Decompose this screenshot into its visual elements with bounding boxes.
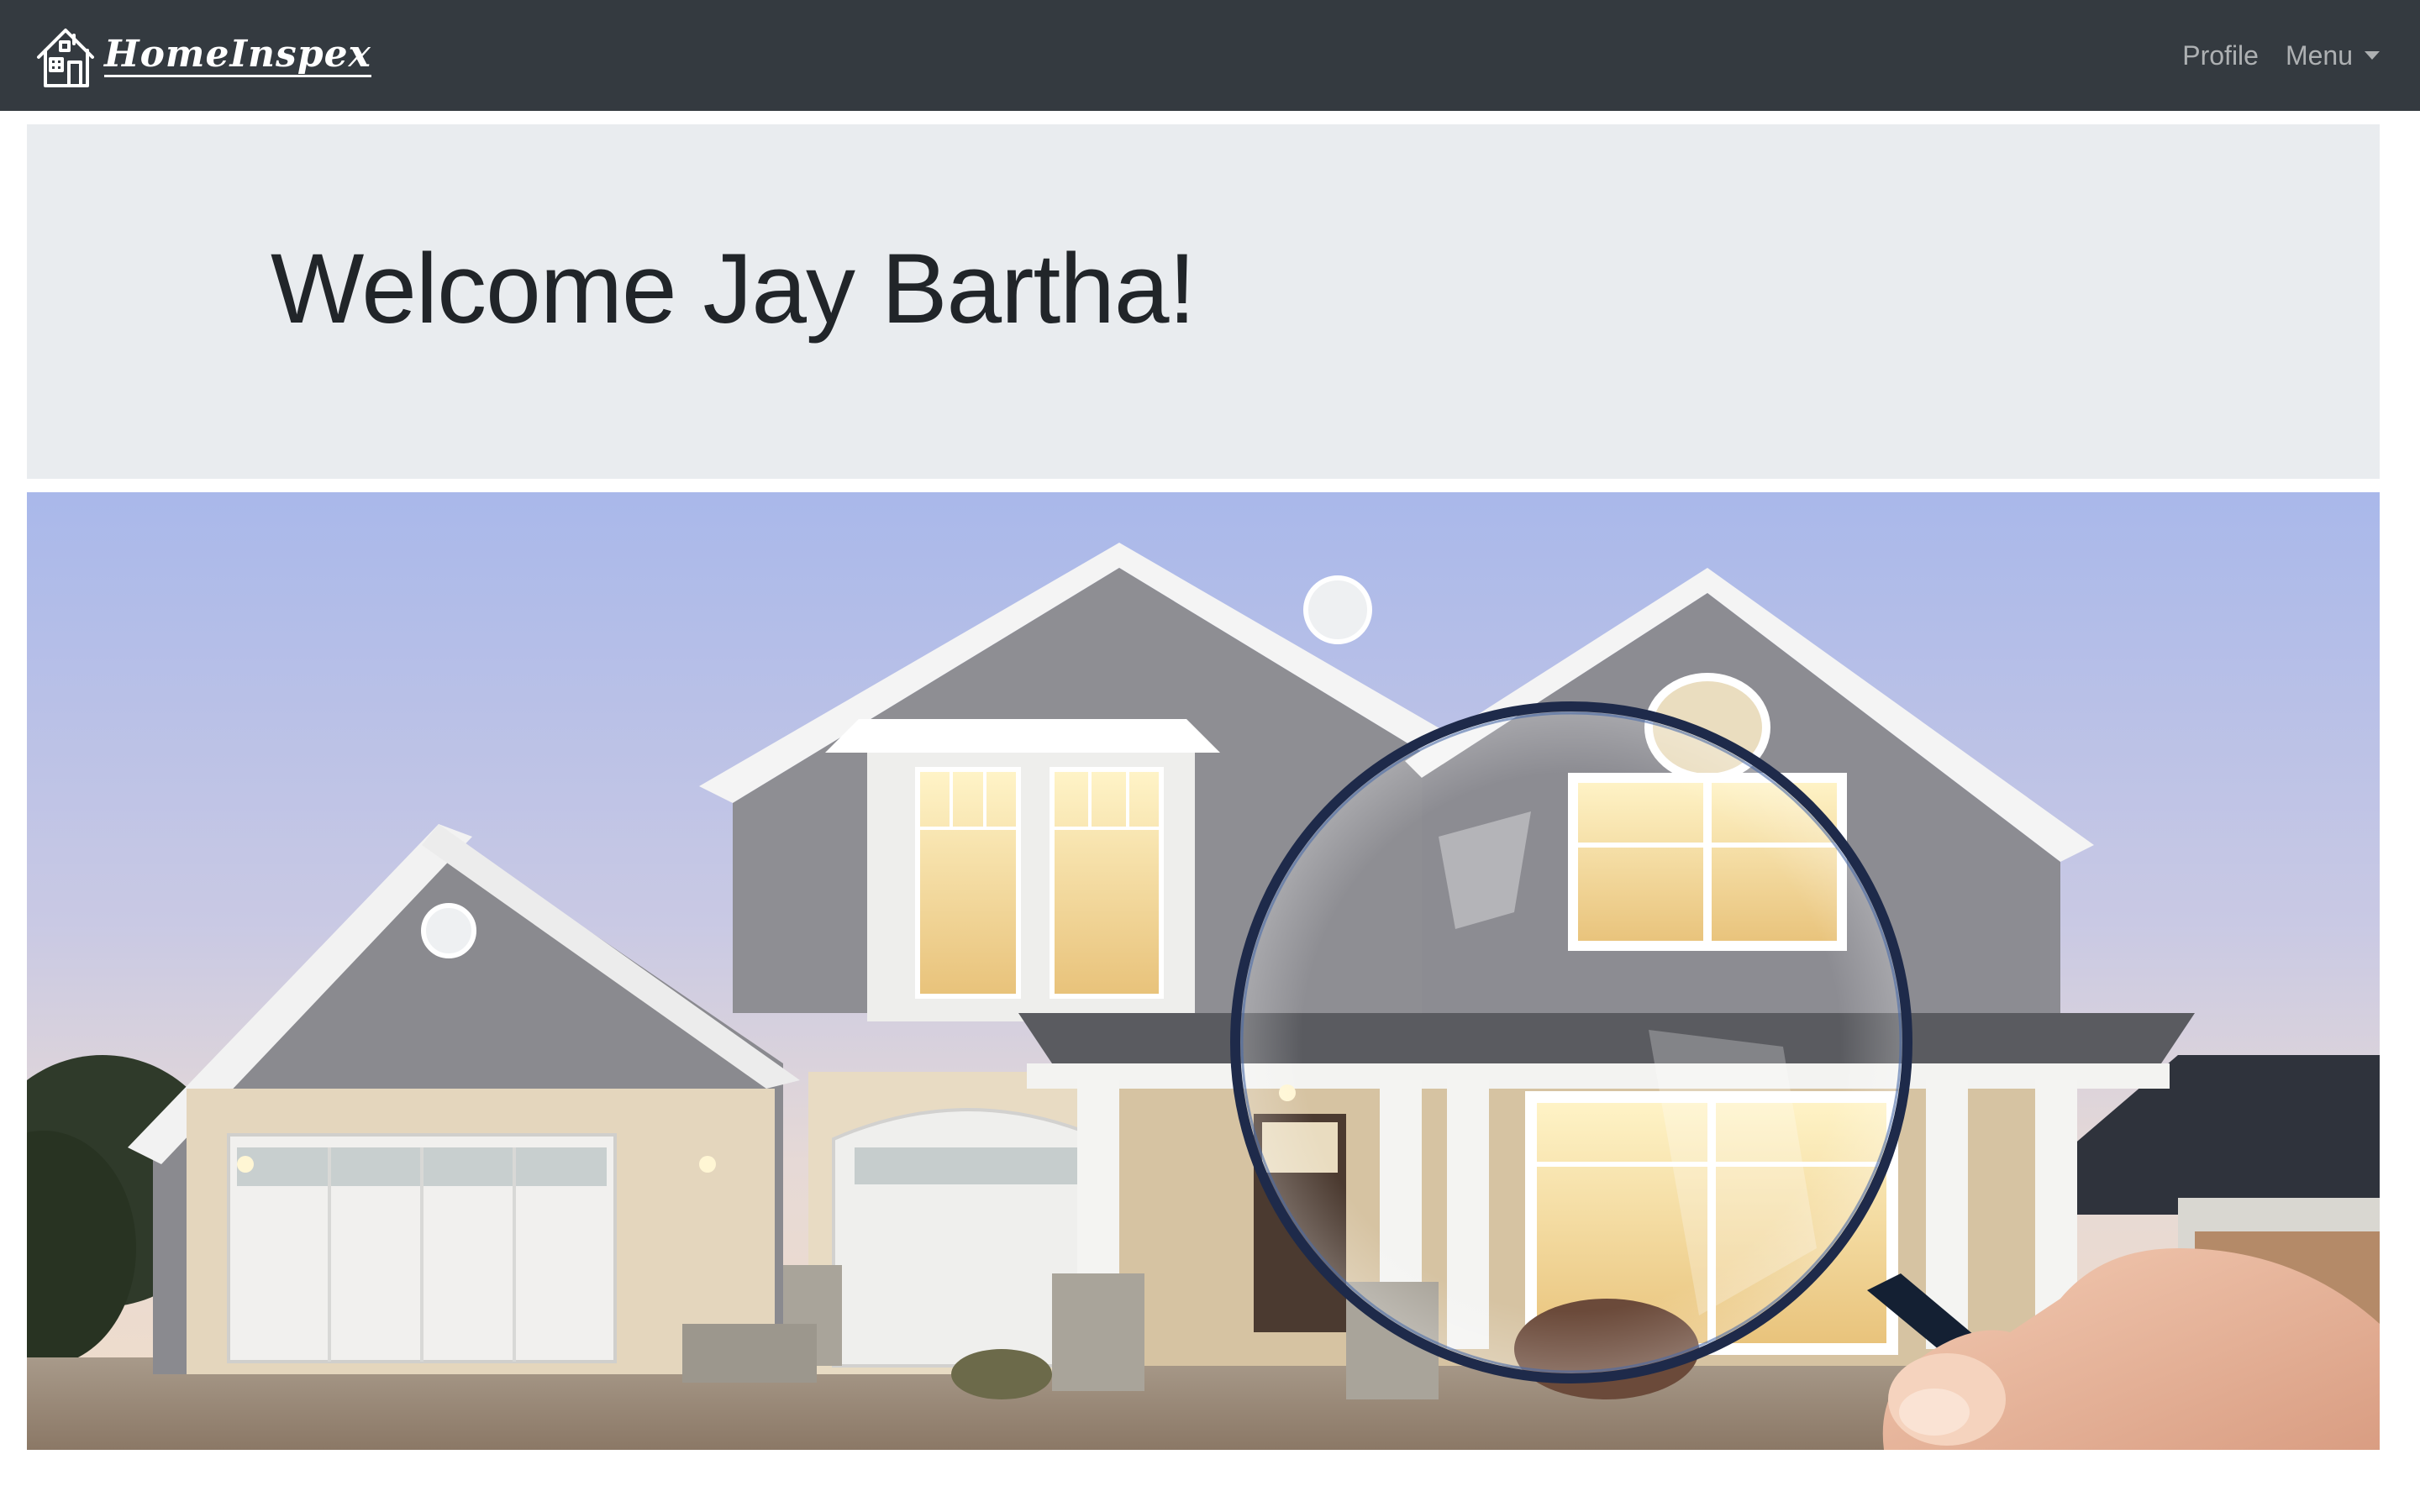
hero-image	[27, 492, 2380, 1450]
navbar: HomeInspex Profile Menu	[0, 0, 2420, 111]
brand-name: HomeInspex	[104, 33, 371, 77]
nav-menu-label: Menu	[2285, 39, 2353, 71]
house-logo-icon	[37, 29, 94, 87]
nav-menu-dropdown[interactable]: Menu	[2286, 40, 2380, 71]
welcome-heading: Welcome Jay Bartha!	[271, 234, 1196, 344]
chevron-down-icon	[2365, 51, 2380, 60]
brand-logo-link[interactable]: HomeInspex	[35, 22, 371, 89]
welcome-banner: Welcome Jay Bartha!	[27, 124, 2380, 479]
house-illustration	[27, 492, 2380, 1450]
nav-links: Profile Menu	[2182, 40, 2380, 71]
nav-profile-link[interactable]: Profile	[2182, 40, 2259, 71]
